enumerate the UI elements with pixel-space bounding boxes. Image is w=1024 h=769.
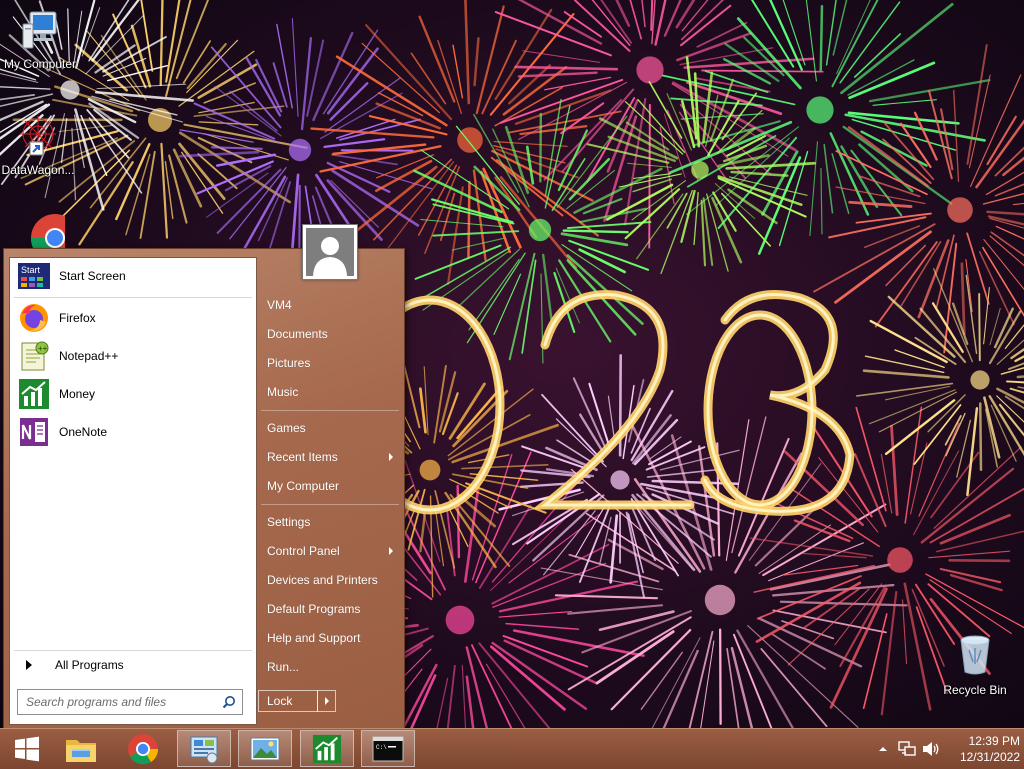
show-hidden-icons-icon[interactable]	[878, 744, 888, 754]
start-item-firefox[interactable]: Firefox	[14, 301, 252, 335]
start-right-item-vm4[interactable]: VM4	[261, 291, 401, 319]
desktop-icon-datawagon[interactable]: DataWagon...	[0, 112, 78, 177]
start-right-item-control-panel[interactable]: Control Panel	[261, 537, 401, 565]
desktop-icon-my-computer[interactable]: My Computer	[0, 8, 80, 71]
taskbar-chrome[interactable]	[116, 730, 170, 767]
clock-date: 12/31/2022	[940, 749, 1020, 765]
start-right-item-my-computer[interactable]: My Computer	[261, 472, 401, 500]
right-item-label: Documents	[267, 327, 328, 341]
svg-text:C:\: C:\	[376, 744, 387, 751]
right-item-label: My Computer	[267, 479, 339, 493]
start-right-item-pictures[interactable]: Pictures	[261, 349, 401, 377]
start-right-item-games[interactable]: Games	[261, 414, 401, 442]
lock-label: Lock	[267, 694, 292, 708]
chrome-icon	[15, 212, 65, 252]
desktop-icon-label: My Computer	[0, 57, 80, 71]
user-avatar-icon	[306, 228, 354, 276]
volume-icon[interactable]	[922, 741, 940, 757]
money-icon	[18, 378, 50, 410]
start-button[interactable]	[0, 730, 54, 767]
search-icon[interactable]	[222, 695, 236, 709]
right-item-label: Run...	[267, 660, 299, 674]
start-right-item-recent-items[interactable]: Recent Items	[261, 443, 401, 471]
taskbar-command-prompt[interactable]: C:\	[361, 730, 415, 767]
money-icon	[312, 734, 342, 764]
shutdown-options-arrow-button[interactable]	[317, 690, 336, 712]
start-item-label: Money	[59, 387, 95, 401]
clock-time: 12:39 PM	[940, 733, 1020, 749]
taskbar: C:\ 12:39 PM 12/31/2022	[0, 728, 1024, 769]
all-programs-button[interactable]: All Programs	[14, 654, 252, 676]
start-screen-icon: Start	[18, 260, 50, 292]
start-right-item-devices-and-printers[interactable]: Devices and Printers	[261, 566, 401, 594]
file-explorer-icon	[64, 734, 98, 764]
computer-icon	[20, 8, 60, 52]
start-item-label: Start Screen	[59, 269, 126, 283]
search-box[interactable]	[17, 689, 243, 715]
user-account-picture[interactable]	[302, 224, 358, 280]
start-item-start-screen[interactable]: Start Start Screen	[14, 259, 252, 293]
start-menu: Start Start Screen Firefox	[3, 248, 405, 730]
network-icon[interactable]	[898, 741, 916, 757]
right-item-label: Help and Support	[267, 631, 360, 645]
taskbar-money[interactable]	[300, 730, 354, 767]
clock[interactable]: 12:39 PM 12/31/2022	[940, 733, 1020, 765]
expand-arrow-icon	[26, 660, 32, 670]
start-right-item-documents[interactable]: Documents	[261, 320, 401, 348]
start-right-item-music[interactable]: Music	[261, 378, 401, 406]
start-item-label: Firefox	[59, 311, 96, 325]
right-pane-separator	[261, 504, 399, 505]
start-item-money[interactable]: Money	[14, 377, 252, 411]
windows-start-icon	[14, 736, 40, 762]
recycle-bin-icon	[955, 632, 995, 678]
submenu-arrow-icon	[389, 453, 393, 461]
submenu-arrow-icon	[389, 547, 393, 555]
start-tile-text: Start	[21, 265, 41, 275]
taskbar-file-explorer[interactable]	[54, 730, 108, 767]
right-item-label: Default Programs	[267, 602, 360, 616]
start-menu-separator	[14, 297, 252, 298]
desktop-icon-label: DataWagon...	[0, 163, 78, 177]
right-item-label: Pictures	[267, 356, 310, 370]
right-item-label: Devices and Printers	[267, 573, 378, 587]
desktop-icon-label: Recycle Bin	[935, 683, 1015, 697]
right-item-label: Control Panel	[267, 544, 340, 558]
search-input[interactable]	[24, 694, 224, 710]
start-right-item-default-programs[interactable]: Default Programs	[261, 595, 401, 623]
start-item-label: Notepad++	[59, 349, 118, 363]
right-item-label: Recent Items	[267, 450, 338, 464]
lock-button[interactable]: Lock	[258, 690, 318, 712]
taskbar-image-viewer[interactable]	[238, 730, 292, 767]
right-item-label: VM4	[267, 298, 292, 312]
desktop-icon-recycle-bin[interactable]: Recycle Bin	[935, 632, 1015, 697]
datawagon-shortcut-icon	[16, 112, 60, 158]
start-item-notepad-plus-plus[interactable]: ++ Notepad++	[14, 339, 252, 373]
right-item-label: Games	[267, 421, 306, 435]
system-tray: 12:39 PM 12/31/2022	[864, 729, 1024, 769]
right-pane-separator	[261, 410, 399, 411]
start-right-item-help-and-support[interactable]: Help and Support	[261, 624, 401, 652]
start-menu-separator	[14, 650, 252, 651]
start-menu-programs-pane: Start Start Screen Firefox	[9, 257, 257, 725]
chrome-icon	[127, 733, 159, 765]
right-item-label: Music	[267, 385, 298, 399]
firefox-icon	[18, 302, 50, 334]
all-programs-label: All Programs	[55, 658, 124, 672]
notepad-plus-plus-icon: ++	[18, 340, 50, 372]
taskbar-control-panel[interactable]	[177, 730, 231, 767]
start-right-item-settings[interactable]: Settings	[261, 508, 401, 536]
start-item-label: OneNote	[59, 425, 107, 439]
start-item-onenote[interactable]: OneNote	[14, 415, 252, 449]
control-panel-icon	[188, 734, 220, 764]
start-right-item-run[interactable]: Run...	[261, 653, 401, 681]
image-viewer-icon	[249, 735, 281, 763]
onenote-icon	[18, 416, 50, 448]
right-item-label: Settings	[267, 515, 310, 529]
command-prompt-icon: C:\	[372, 736, 404, 762]
svg-text:++: ++	[38, 344, 48, 353]
